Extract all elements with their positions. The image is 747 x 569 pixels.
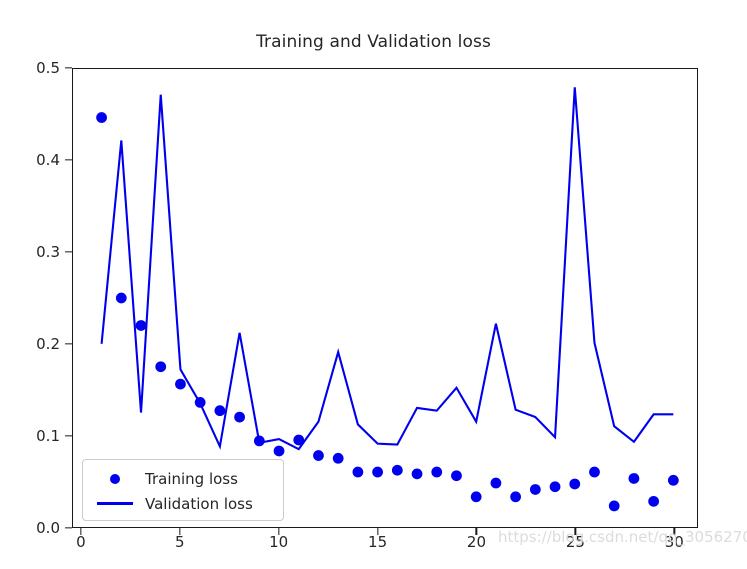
x-axis-tick-label: 15 <box>368 533 388 551</box>
legend-item-validation: Validation loss <box>91 491 273 516</box>
x-axis-tick-label: 20 <box>466 533 487 551</box>
y-axis-tick-label: 0.5 <box>36 59 60 77</box>
training-loss-point <box>175 378 186 390</box>
training-loss-point <box>214 405 226 417</box>
training-loss-point <box>510 491 521 503</box>
y-axis-tick-label: 0.2 <box>36 335 60 353</box>
page-title: Training and Validation loss <box>256 32 491 52</box>
y-axis-tick-label: 0.4 <box>36 151 60 169</box>
legend-label-training: Training loss <box>145 469 238 488</box>
training-loss-point <box>529 484 541 495</box>
x-axis-tick-mark <box>179 528 181 535</box>
validation-loss-line <box>100 87 674 451</box>
y-axis-tick-label: 0.3 <box>36 243 60 261</box>
training-loss-point <box>194 397 206 408</box>
training-loss-point <box>372 466 383 478</box>
training-loss-point <box>352 466 364 478</box>
x-axis-tick-label: 10 <box>269 533 289 551</box>
x-axis-tick-mark <box>278 528 280 535</box>
training-loss-point <box>115 292 127 304</box>
training-loss-point <box>608 500 620 512</box>
training-loss-point <box>273 445 285 457</box>
training-loss-point <box>648 495 660 507</box>
training-loss-point <box>569 478 581 490</box>
training-loss-point <box>628 473 640 484</box>
x-axis-tick-mark <box>376 528 379 535</box>
training-loss-point <box>490 477 502 489</box>
y-axis-tick-label: 0.0 <box>36 519 60 537</box>
training-loss-point <box>431 466 443 478</box>
y-axis-tick-mark <box>65 343 72 345</box>
validation-line-icon <box>91 502 139 505</box>
chart-legend: Training loss Validation loss <box>82 459 284 521</box>
training-loss-point <box>451 470 462 482</box>
training-loss-point <box>155 361 167 373</box>
legend-item-training: Training loss <box>91 466 273 491</box>
training-loss-point <box>313 450 324 461</box>
training-loss-point <box>589 466 600 478</box>
training-loss-point <box>549 481 561 493</box>
figure-canvas: Training and Validation loss 0.0 0.1 0.2 0.… <box>0 0 747 569</box>
y-axis-tick-mark <box>65 159 72 161</box>
training-loss-point <box>411 468 423 480</box>
x-axis-tick-mark <box>475 528 478 535</box>
y-axis-tick-label: 0.1 <box>36 427 60 445</box>
training-loss-point <box>96 112 107 123</box>
y-axis-tick-mark <box>65 527 72 529</box>
y-axis-tick-mark <box>65 435 72 437</box>
watermark-text: https://blog.csdn.net/qq_30562704 <box>498 528 747 546</box>
legend-label-validation: Validation loss <box>145 494 253 513</box>
training-loss-point <box>234 411 245 423</box>
training-marker-icon <box>91 473 139 484</box>
x-axis-tick-label: 0 <box>76 533 86 551</box>
x-axis-tick-mark <box>80 528 82 535</box>
training-loss-point <box>391 464 403 476</box>
y-axis-tick-mark <box>65 251 72 253</box>
training-loss-point <box>332 452 344 464</box>
training-loss-point <box>470 491 482 503</box>
training-loss-point <box>667 474 679 486</box>
y-axis-tick-mark <box>65 67 72 69</box>
training-loss-point <box>135 320 147 331</box>
x-axis-tick-label: 5 <box>175 533 185 551</box>
training-loss-point <box>253 435 265 447</box>
training-loss-point <box>293 434 305 446</box>
